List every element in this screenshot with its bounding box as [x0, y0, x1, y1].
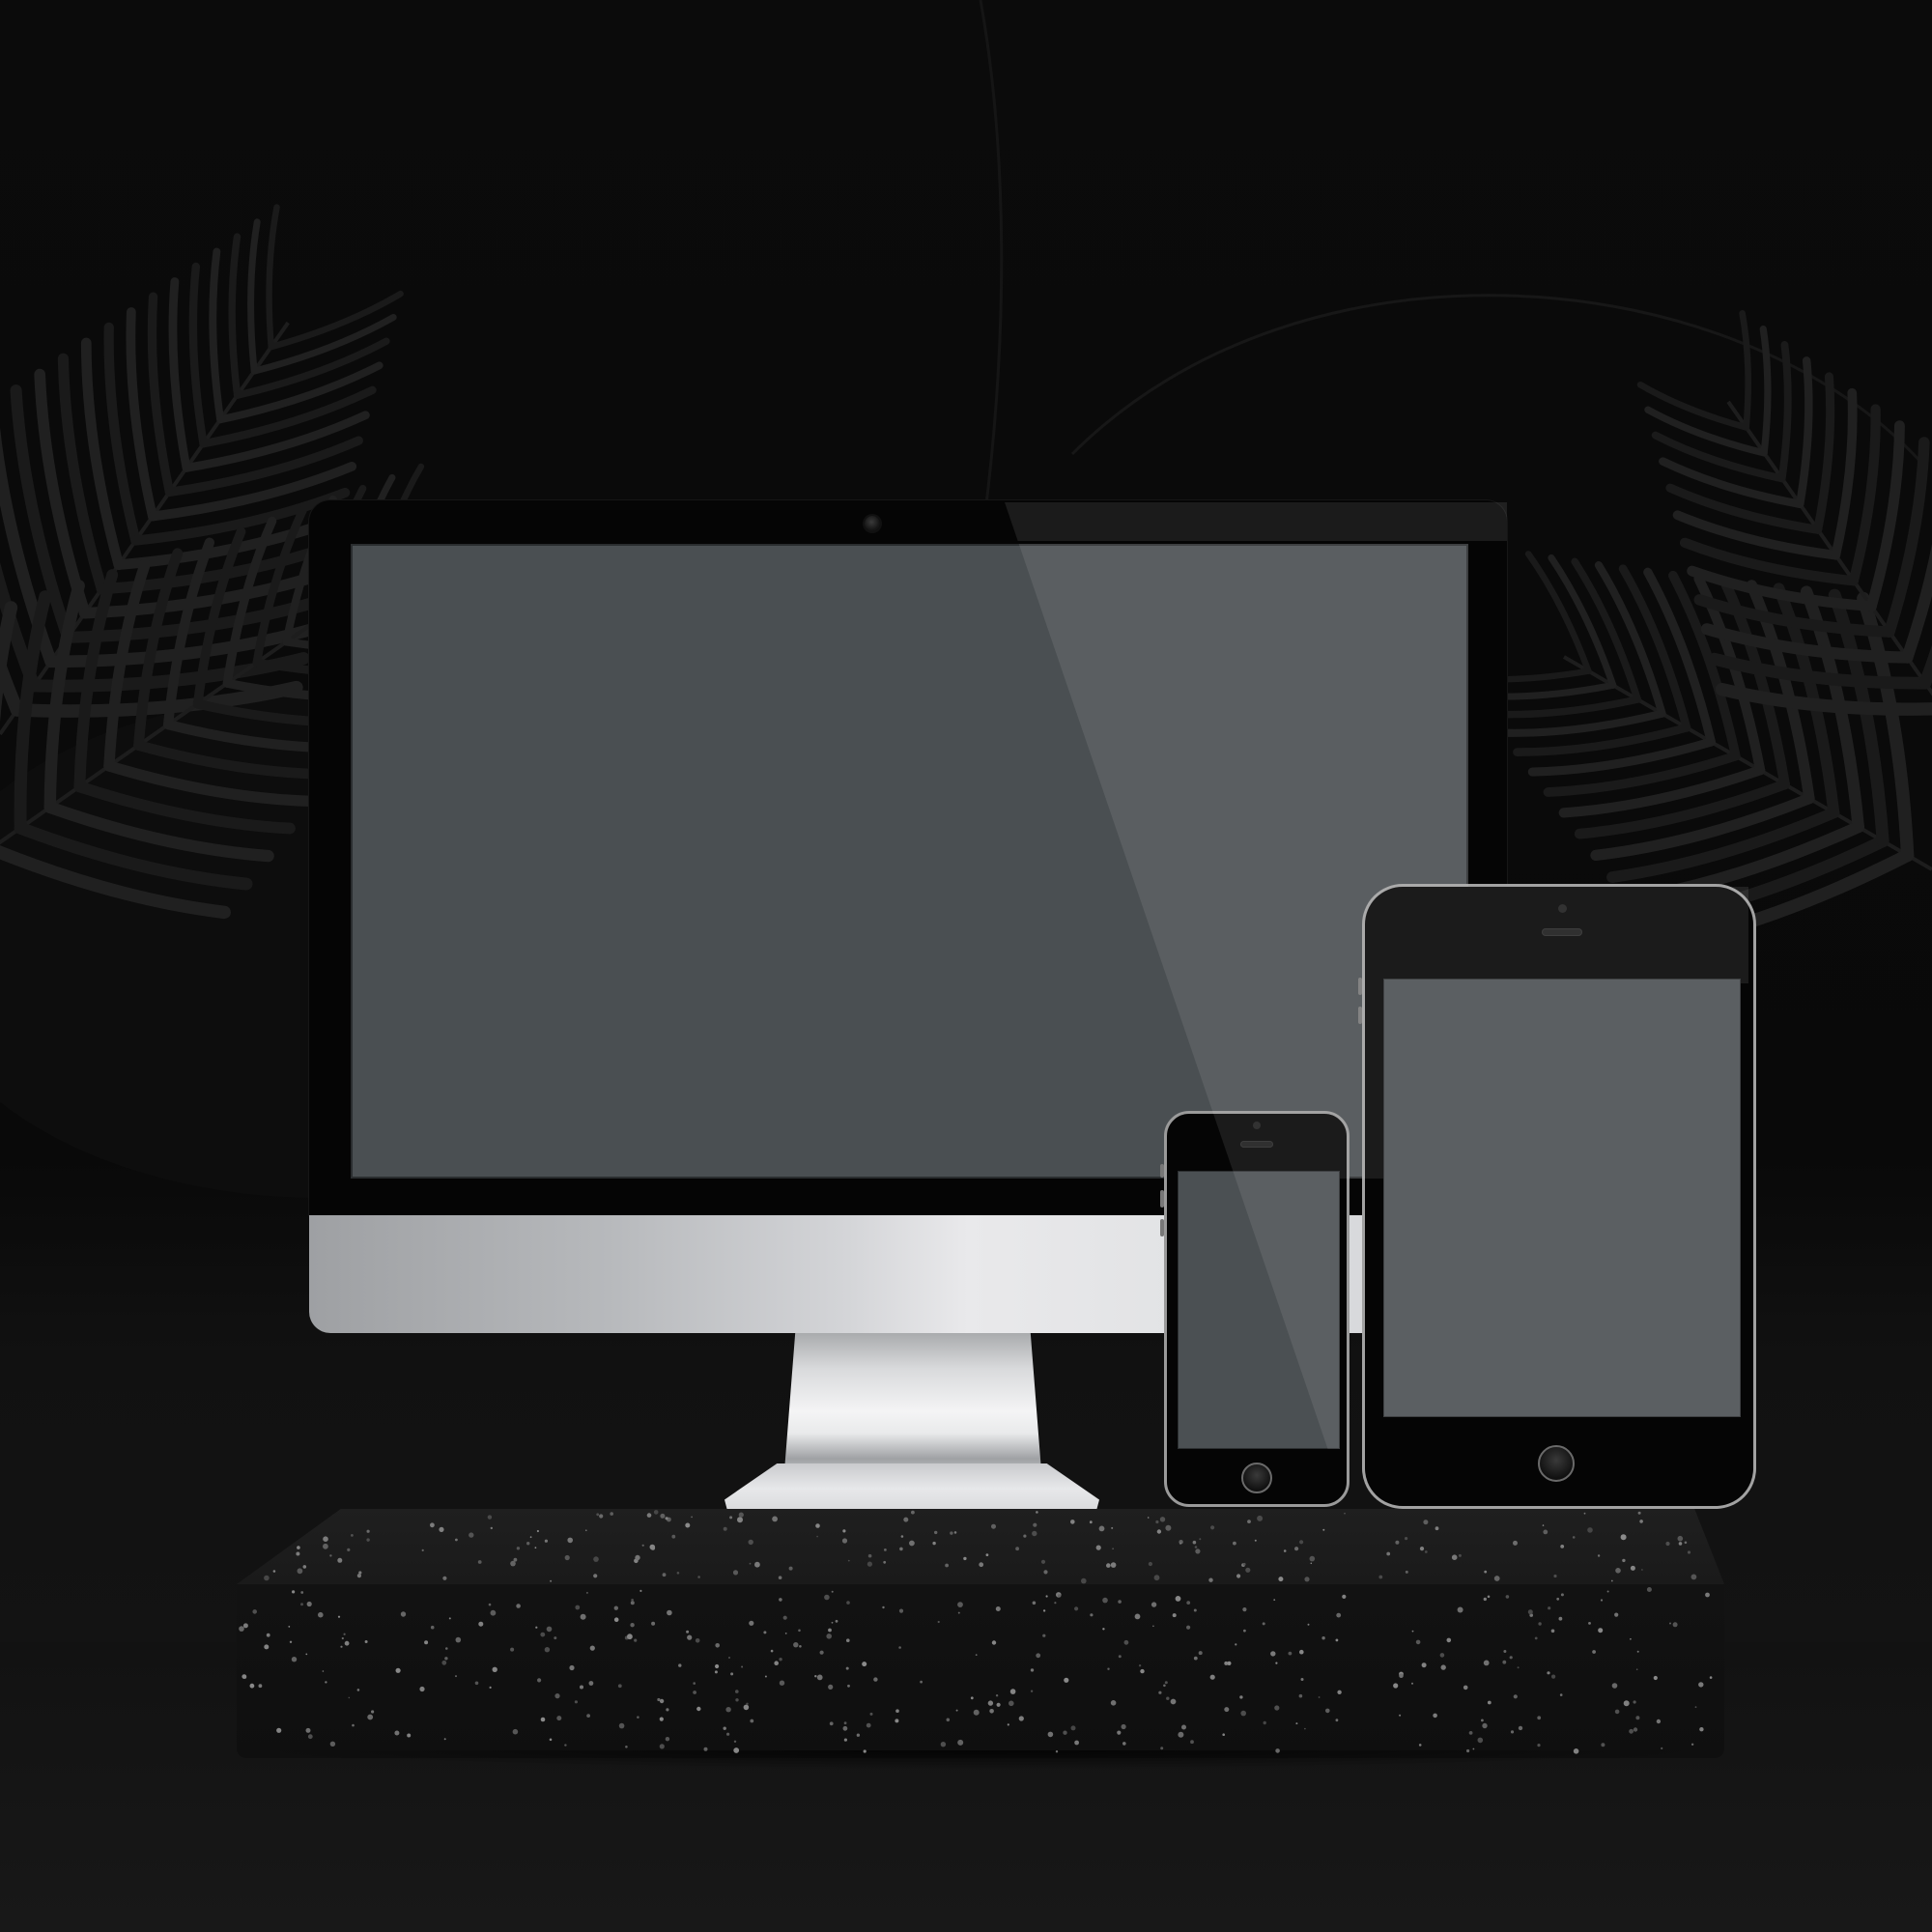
device-mockup-scene — [0, 0, 1932, 1932]
palm-leaflet — [1739, 310, 1751, 431]
tablet-speaker — [1542, 928, 1582, 936]
monitor-stand-neck — [783, 1333, 1042, 1476]
palm-leaflet — [147, 292, 175, 497]
palm-leaflet — [266, 204, 280, 351]
palm-leaflet — [168, 277, 191, 472]
phone-home-button — [1241, 1463, 1272, 1493]
tablet-home-button — [1538, 1445, 1575, 1482]
tablet-camera — [1558, 904, 1567, 913]
pedestal-front — [237, 1584, 1724, 1758]
tablet-side-button — [1358, 1007, 1362, 1024]
palm-leaflet — [1831, 387, 1858, 560]
palm-leaflet — [247, 218, 261, 375]
palm-leaflet — [1483, 696, 1641, 719]
monitor-screen — [351, 544, 1468, 1179]
palm-leaflet — [209, 247, 225, 424]
phone-side-button — [1160, 1190, 1164, 1208]
monitor-camera — [865, 516, 880, 531]
phone-side-button — [1160, 1219, 1164, 1236]
background-arc-line — [1070, 294, 1924, 466]
pedestal-top — [237, 1509, 1724, 1584]
phone-camera — [1253, 1122, 1261, 1129]
pedestal-shadow — [237, 1750, 1724, 1770]
monitor-stand-foot — [724, 1463, 1099, 1514]
palm-leaflet — [228, 233, 242, 399]
palm-leaflet — [1759, 325, 1772, 457]
tablet-side-button — [1358, 978, 1362, 995]
phone-side-button — [1160, 1164, 1164, 1178]
palm-leaflet — [1813, 372, 1835, 534]
palm-leaflet — [1777, 340, 1792, 483]
tablet-screen — [1383, 979, 1741, 1417]
palm-leaflet — [1715, 682, 1932, 716]
phone-speaker — [1240, 1141, 1273, 1148]
phone-screen — [1178, 1171, 1340, 1449]
palm-leaflet — [188, 262, 208, 448]
palm-leaflet — [1795, 356, 1813, 509]
palm-leaflet — [1848, 404, 1881, 586]
